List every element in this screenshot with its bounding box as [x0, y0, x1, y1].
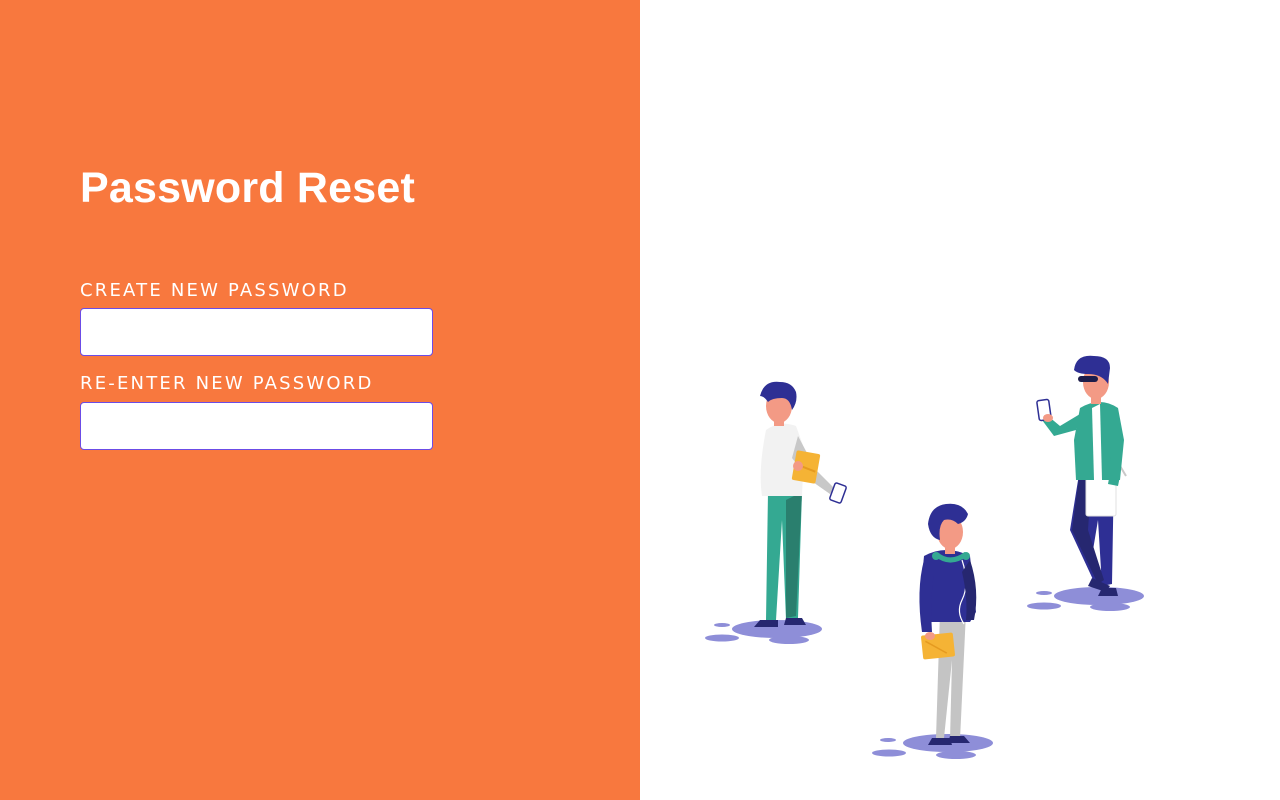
- person-middle: [872, 503, 993, 759]
- new-password-input[interactable]: [80, 308, 433, 356]
- confirm-password-input[interactable]: [80, 402, 433, 450]
- person-right: [1027, 355, 1144, 611]
- illustration-panel: [640, 0, 1280, 800]
- person-left: [705, 381, 847, 644]
- new-password-label: CREATE NEW PASSWORD: [80, 280, 349, 301]
- page-title: Password Reset: [80, 164, 416, 212]
- form-panel: Password Reset CREATE NEW PASSWORD RE-EN…: [0, 0, 640, 800]
- password-reset-page: Password Reset CREATE NEW PASSWORD RE-EN…: [0, 0, 1280, 800]
- confirm-password-label: RE-ENTER NEW PASSWORD: [80, 373, 374, 394]
- people-with-phones-illustration: [705, 355, 1144, 759]
